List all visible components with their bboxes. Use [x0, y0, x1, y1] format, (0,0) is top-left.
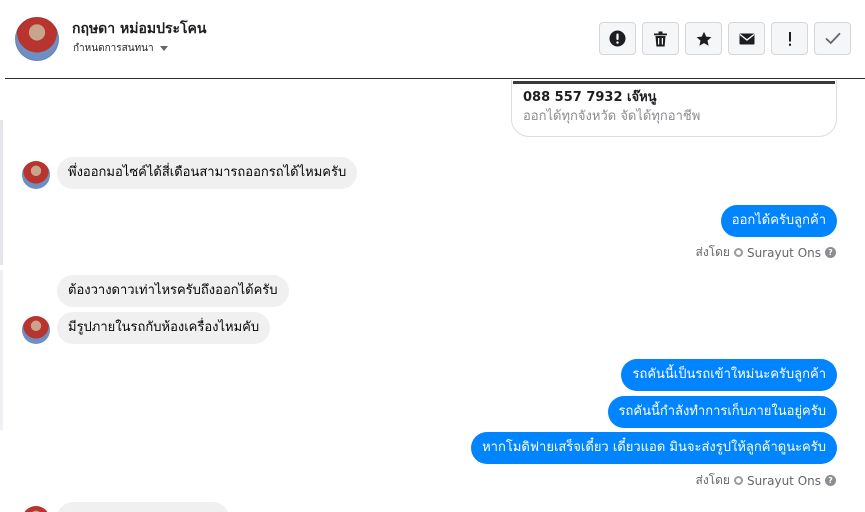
sender-avatar[interactable] [22, 316, 50, 344]
gear-icon [733, 248, 743, 257]
incoming-message: พึ่งออกมอไซค์ได้สี่เดือนสามารถออกรถได้ไห… [57, 157, 358, 189]
outgoing-message: รถคันนี้เป็นรถเข้าใหม่นะครับลูกค้า [621, 359, 837, 391]
caret-down-icon [159, 45, 168, 51]
outgoing-message: รถคันนี้กำลังทำการเก็บภายในอยู่ครับ [607, 396, 837, 428]
card-subtitle: ออกได้ทุกจังหวัด จัดได้ทุกอาชีพ [523, 109, 701, 124]
sent-by-name[interactable]: Surayut Ons [747, 474, 821, 488]
help-icon[interactable]: ? [825, 475, 836, 486]
follow-up-button[interactable] [771, 22, 808, 55]
contact-name[interactable]: กฤษดา หม่อมประโคน [72, 18, 206, 40]
card-title: 088 557 7932 เจ๊หนู [523, 90, 657, 105]
sent-by-label: ส่งโดย Surayut Ons ? [695, 243, 836, 262]
conversation-toolbar [599, 22, 851, 55]
conversation-status-dropdown[interactable]: กำหนดการสนทนา [73, 41, 168, 56]
mark-done-button[interactable] [814, 22, 851, 55]
conversation-header: กฤษดา หม่อมประโคน กำหนดการสนทนา [5, 0, 865, 79]
sent-by-name[interactable]: Surayut Ons [747, 246, 821, 260]
spam-icon [609, 30, 626, 47]
gear-icon [733, 476, 743, 485]
sent-by-prefix: ส่งโดย [695, 245, 730, 259]
exclamation-icon [788, 31, 791, 46]
sent-by-prefix: ส่งโดย [695, 473, 730, 487]
sender-avatar[interactable] [22, 161, 50, 189]
trash-icon [654, 31, 667, 46]
check-icon [825, 32, 840, 45]
shared-post-card[interactable]: 088 557 7932 เจ๊หนู ออกได้ทุกจังหวัด จัด… [511, 80, 837, 137]
message-thread[interactable]: 088 557 7932 เจ๊หนู ออกได้ทุกจังหวัด จัด… [0, 80, 865, 512]
mark-spam-button[interactable] [599, 22, 636, 55]
envelope-icon [739, 33, 754, 44]
incoming-message: มีรูปภายในรถกับห้องเครื่องไหมคับ [57, 312, 271, 344]
conversation-status-label: กำหนดการสนทนา [73, 43, 154, 54]
card-image [513, 81, 835, 84]
contact-avatar[interactable] [15, 17, 59, 61]
star-button[interactable] [685, 22, 722, 55]
sender-avatar[interactable] [22, 506, 50, 512]
incoming-message-partial [57, 502, 229, 512]
delete-button[interactable] [642, 22, 679, 55]
outgoing-message: หากโมดิฟายเสร็จเดี๋ยว เดี๋ยวแอด มินจะส่ง… [471, 432, 837, 464]
incoming-message: ต้องวางดาวเท่าไหรครับถึงออกได้ครับ [57, 275, 289, 307]
help-icon[interactable]: ? [825, 247, 836, 258]
star-icon [696, 31, 711, 46]
outgoing-message: ออกได้ครับลูกค้า [720, 205, 837, 237]
sent-by-label: ส่งโดย Surayut Ons ? [695, 471, 836, 490]
mark-unread-button[interactable] [728, 22, 765, 55]
